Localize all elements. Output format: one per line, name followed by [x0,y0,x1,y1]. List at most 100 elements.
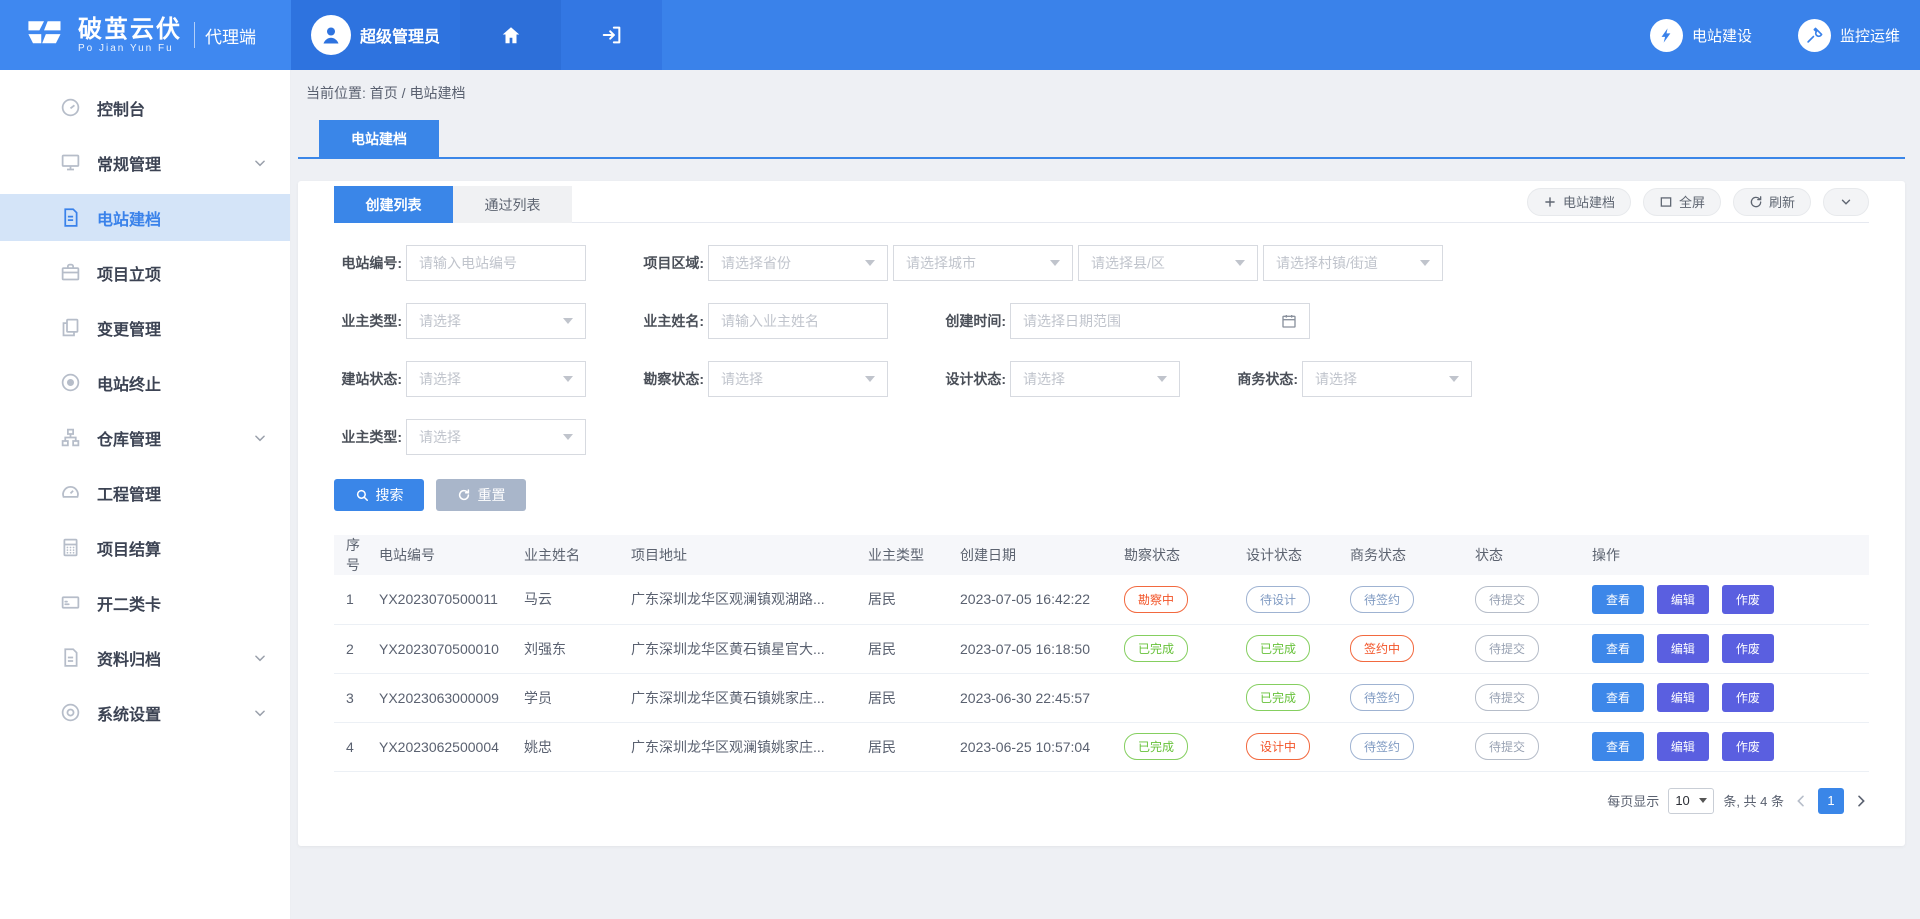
build-status-select[interactable]: 请选择 [406,361,586,397]
province-select[interactable]: 请选择省份 [708,245,888,281]
top-bar: 破茧云伏 Po Jian Yun Fu 代理端 超级管理员 电站建设 [0,0,1920,70]
logout-button[interactable] [561,0,662,70]
reset-button[interactable]: 重置 [436,479,526,511]
design-status-label: 设计状态: [938,369,1006,389]
nav-monitor-ops[interactable]: 监控运维 [1798,19,1900,52]
sidebar-item-project-settlement[interactable]: 项目结算 [0,524,290,571]
portal-label: 代理端 [205,23,256,48]
create-time-placeholder: 请选择日期范围 [1023,311,1121,331]
table-row: 3 YX2023063000009 学员 广东深圳龙华区黄石镇姚家庄... 居民… [334,673,1869,722]
sidebar-item-label: 控制台 [97,96,145,120]
void-button[interactable]: 作废 [1722,683,1774,712]
sidebar-item-engineering-mgmt[interactable]: 工程管理 [0,469,290,516]
cell-created: 2023-06-25 10:57:04 [960,722,1124,771]
prev-page-button[interactable] [1793,793,1809,809]
view-button[interactable]: 查看 [1592,634,1644,663]
pagination: 每页显示 10 条, 共 4 条 1 [334,788,1869,814]
view-button[interactable]: 查看 [1592,585,1644,614]
owner-type-select[interactable]: 请选择 [406,303,586,339]
edit-button[interactable]: 编辑 [1657,683,1709,712]
next-page-button[interactable] [1853,793,1869,809]
void-button[interactable]: 作废 [1722,585,1774,614]
fullscreen-button[interactable]: 全屏 [1643,188,1721,216]
sidebar-item-label: 变更管理 [97,316,161,340]
table-header-row: 序号 电站编号 业主姓名 项目地址 业主类型 创建日期 勘察状态 设计状态 商务… [334,535,1869,575]
chevron-down-icon [1839,195,1853,209]
per-page-select[interactable]: 10 [1668,788,1714,814]
collapse-toolbar-button[interactable] [1823,188,1869,216]
cell-code: YX2023062500004 [379,722,524,771]
cell-owner: 马云 [524,575,631,624]
owner-type-label: 业主类型: [334,311,402,331]
sidebar-item-data-archive[interactable]: 资料归档 [0,634,290,681]
sidebar-item-station-termination[interactable]: 电站终止 [0,359,290,406]
briefcase-icon [60,262,81,283]
chevron-down-icon [253,651,267,665]
view-button[interactable]: 查看 [1592,732,1644,761]
logo-icon [22,13,66,57]
user-menu[interactable]: 超级管理员 [291,0,460,70]
user-name: 超级管理员 [360,23,440,47]
build-status-label: 建站状态: [334,369,402,389]
chevron-down-icon [1235,260,1245,266]
tab-create-list[interactable]: 创建列表 [334,186,453,223]
sidebar-item-project-initiation[interactable]: 项目立项 [0,249,290,296]
station-code-input[interactable] [406,245,586,281]
sidebar-item-warehouse-mgmt[interactable]: 仓库管理 [0,414,290,461]
owner-type2-label: 业主类型: [334,427,402,447]
design-status-select[interactable]: 请选择 [1010,361,1180,397]
sidebar-item-station-filing[interactable]: 电站建档 [0,194,290,241]
county-select[interactable]: 请选择县/区 [1078,245,1258,281]
cell-code: YX2023063000009 [379,673,524,722]
page-number-1[interactable]: 1 [1818,788,1844,814]
sidebar-item-open-type2-card[interactable]: 开二类卡 [0,579,290,626]
owner-name-input[interactable] [708,303,888,339]
page-tab-station-filing[interactable]: 电站建档 [319,120,439,157]
survey-status-badge: 勘察中 [1124,586,1188,613]
sidebar-item-system-settings[interactable]: 系统设置 [0,689,290,736]
town-select[interactable]: 请选择村镇/街道 [1263,245,1443,281]
survey-status-placeholder: 请选择 [721,369,763,389]
sidebar-item-change-mgmt[interactable]: 变更管理 [0,304,290,351]
table-row: 2 YX2023070500010 刘强东 广东深圳龙华区黄石镇星官大... 居… [334,624,1869,673]
design-status-badge: 已完成 [1246,684,1310,711]
edit-button[interactable]: 编辑 [1657,732,1709,761]
owner-type2-select[interactable]: 请选择 [406,419,586,455]
create-time-range-picker[interactable]: 请选择日期范围 [1010,303,1310,339]
business-status-badge: 待签约 [1350,586,1414,613]
edit-button[interactable]: 编辑 [1657,585,1709,614]
col-address: 项目地址 [631,535,868,575]
tab-passed-list[interactable]: 通过列表 [453,186,572,223]
business-status-select[interactable]: 请选择 [1302,361,1472,397]
survey-status-badge: 已完成 [1124,635,1188,662]
void-button[interactable]: 作废 [1722,634,1774,663]
refresh-button[interactable]: 刷新 [1733,188,1811,216]
view-button[interactable]: 查看 [1592,683,1644,712]
create-station-label: 电站建档 [1563,192,1615,211]
sidebar-item-console[interactable]: 控制台 [0,84,290,131]
edit-button[interactable]: 编辑 [1657,634,1709,663]
void-button[interactable]: 作废 [1722,732,1774,761]
home-button[interactable] [460,0,561,70]
search-button[interactable]: 搜索 [334,479,424,511]
design-status-placeholder: 请选择 [1023,369,1065,389]
sidebar-item-general-mgmt[interactable]: 常规管理 [0,139,290,186]
chevron-down-icon [563,376,573,382]
nav-station-build[interactable]: 电站建设 [1650,19,1752,52]
cell-owner-type: 居民 [868,624,960,673]
county-placeholder: 请选择县/区 [1091,253,1165,273]
cell-created: 2023-06-30 22:45:57 [960,673,1124,722]
city-select[interactable]: 请选择城市 [893,245,1073,281]
calendar-icon [1281,313,1297,329]
sitemap-icon [60,427,81,448]
lightning-icon [1650,19,1683,52]
owner-type2-placeholder: 请选择 [419,427,461,447]
nav-station-build-label: 电站建设 [1692,25,1752,46]
business-status-placeholder: 请选择 [1315,369,1357,389]
chevron-down-icon [1699,798,1707,803]
fullscreen-label: 全屏 [1679,192,1705,211]
station-filing-card: 创建列表 通过列表 电站建档 全屏 刷新 [298,181,1905,846]
survey-status-select[interactable]: 请选择 [708,361,888,397]
create-station-button[interactable]: 电站建档 [1527,188,1631,216]
create-time-label: 创建时间: [938,311,1006,331]
